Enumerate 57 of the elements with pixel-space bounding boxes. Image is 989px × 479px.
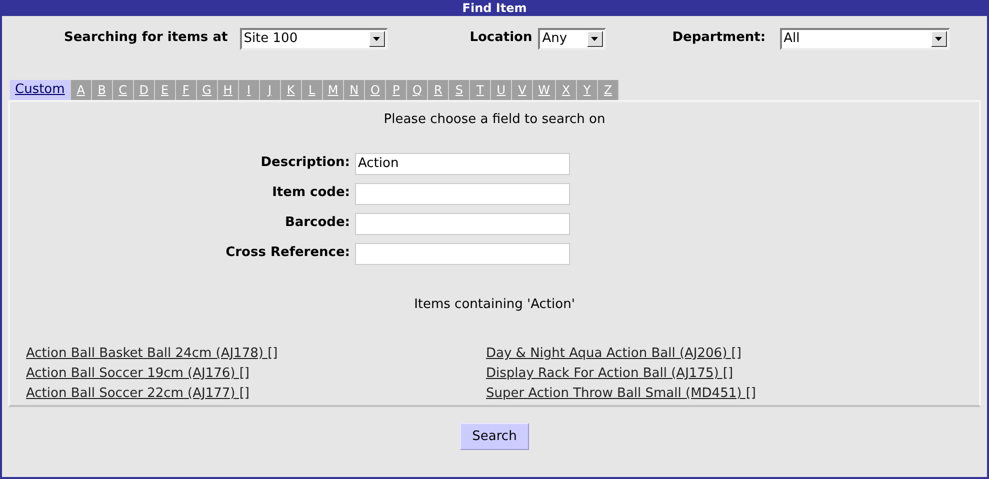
tab[interactable]: P xyxy=(386,80,408,100)
prompt-text: Please choose a field to search on xyxy=(384,111,606,129)
filter-label: Department: xyxy=(672,29,766,47)
input-field[interactable] xyxy=(355,242,570,264)
input-field[interactable] xyxy=(355,212,570,234)
tab[interactable]: L xyxy=(302,80,323,100)
caret-icon xyxy=(930,31,947,47)
tab[interactable]: M xyxy=(322,80,344,100)
tab[interactable]: D xyxy=(134,80,155,100)
tab[interactable]: W xyxy=(533,80,556,100)
input-field[interactable] xyxy=(355,182,570,204)
tab[interactable]: F xyxy=(176,80,197,100)
tab[interactable]: Z xyxy=(598,80,620,100)
result-link[interactable]: Action Ball Soccer 22cm (AJ177) [] xyxy=(26,384,250,404)
tab[interactable]: V xyxy=(512,80,534,100)
filter-label: Location xyxy=(470,29,532,47)
caret-icon xyxy=(368,31,385,47)
tab[interactable]: A xyxy=(70,80,92,100)
tab[interactable]: O xyxy=(365,80,386,100)
tab[interactable]: Custom xyxy=(10,80,71,100)
result-link[interactable]: Action Ball Basket Ball 24cm (AJ178) [] xyxy=(26,344,278,364)
tab[interactable]: U xyxy=(491,80,512,100)
tab[interactable]: X xyxy=(556,80,578,100)
tab[interactable]: Y xyxy=(577,80,598,100)
tab[interactable]: T xyxy=(470,80,492,100)
tab[interactable]: N xyxy=(344,80,366,100)
result-link[interactable]: Super Action Throw Ball Small (MD451) [] xyxy=(486,384,756,404)
tab[interactable]: R xyxy=(428,80,450,100)
field-label: Item code: xyxy=(271,184,350,202)
dropdown-value: All xyxy=(782,30,800,48)
tab[interactable]: G xyxy=(196,80,218,100)
dropdown-value: Site 100 xyxy=(242,30,298,48)
result-link[interactable]: Day & Night Aqua Action Ball (AJ206) [] xyxy=(486,344,742,364)
tab[interactable]: B xyxy=(92,80,113,100)
tab[interactable]: I xyxy=(238,80,260,100)
tab[interactable]: J xyxy=(260,80,281,100)
dropdown-value: Any xyxy=(541,30,568,48)
dropdown[interactable]: Any xyxy=(538,28,606,50)
field-label: Description: xyxy=(260,154,350,172)
tab[interactable]: K xyxy=(280,80,302,100)
tab[interactable]: E xyxy=(154,80,176,100)
dropdown[interactable]: All xyxy=(780,28,950,50)
window-title: Find Item xyxy=(462,2,527,14)
result-link[interactable]: Display Rack For Action Ball (AJ175) [] xyxy=(486,364,734,384)
input-field[interactable]: Action xyxy=(355,152,570,174)
dropdown[interactable]: Site 100 xyxy=(240,28,388,50)
tab[interactable]: C xyxy=(112,80,134,100)
tab[interactable]: S xyxy=(449,80,470,100)
results-heading: Items containing 'Action' xyxy=(414,296,575,314)
filter-label: Searching for items at xyxy=(64,29,228,47)
field-label: Cross Reference: xyxy=(224,244,350,262)
search-button[interactable]: Search xyxy=(460,423,529,450)
caret-icon xyxy=(587,31,604,47)
tab[interactable]: Q xyxy=(407,80,428,100)
result-link[interactable]: Action Ball Soccer 19cm (AJ176) [] xyxy=(26,364,250,384)
field-label: Barcode: xyxy=(284,214,350,232)
tab[interactable]: H xyxy=(218,80,239,100)
